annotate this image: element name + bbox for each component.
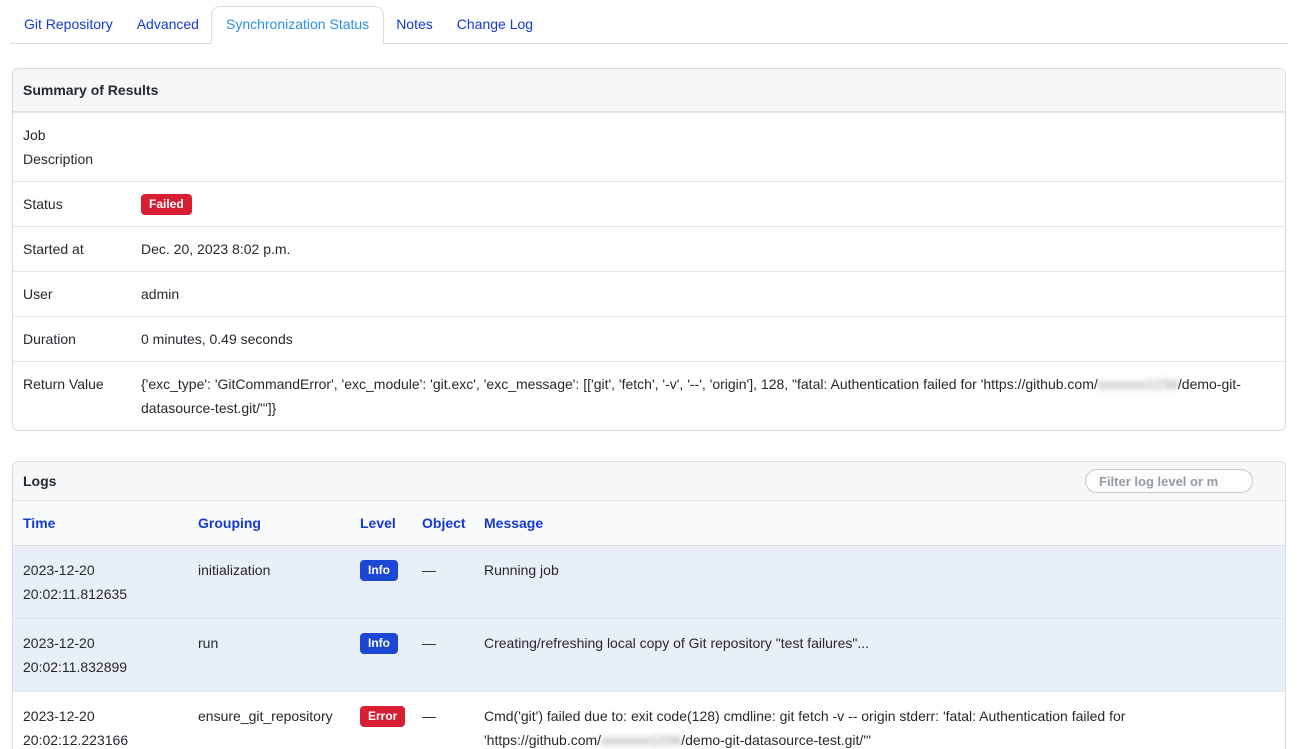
log-date: 2023-12-20 [23,631,178,655]
log-level-cell: Info [350,546,412,619]
logs-card-title: Logs [23,469,56,493]
tab-bar: Git Repository Advanced Synchronization … [10,0,1288,44]
level-badge-info: Info [360,560,398,581]
summary-row-job: Job Description [13,112,1285,181]
log-message-text-suffix: /demo-git-datasource-test.git/'" [681,732,871,748]
summary-value-return-value: {'exc_type': 'GitCommandError', 'exc_mod… [141,372,1275,420]
level-badge-error: Error [360,706,405,727]
summary-label-duration: Duration [23,327,141,351]
log-object-cell: — [412,692,474,749]
column-header-level[interactable]: Level [350,501,412,546]
table-row: 2023-12-20 20:02:11.812635 initializatio… [13,546,1285,619]
logs-card-header: Logs [13,462,1285,501]
log-message-cell: Cmd('git') failed due to: exit code(128)… [474,692,1285,749]
logs-card: Logs Time Grouping Level Object Message … [12,461,1286,749]
log-filter-input[interactable] [1085,469,1253,493]
log-grouping-cell: initialization [188,546,350,619]
summary-row-status: Status Failed [13,181,1285,226]
log-date: 2023-12-20 [23,704,178,728]
log-time-cell: 2023-12-20 20:02:12.223166 [13,692,188,749]
tab-git-repository[interactable]: Git Repository [12,7,125,43]
summary-value-status: Failed [141,192,1275,216]
log-time-cell: 2023-12-20 20:02:11.832899 [13,619,188,692]
summary-card: Summary of Results Job Description Statu… [12,68,1286,431]
column-header-grouping[interactable]: Grouping [188,501,350,546]
tab-change-log[interactable]: Change Log [445,7,545,43]
log-time-cell: 2023-12-20 20:02:11.812635 [13,546,188,619]
tab-advanced[interactable]: Advanced [125,7,211,43]
log-object-cell: — [412,619,474,692]
tab-notes[interactable]: Notes [384,7,445,43]
level-badge-info: Info [360,633,398,654]
tab-synchronization-status[interactable]: Synchronization Status [211,6,384,44]
log-time: 20:02:12.223166 [23,728,178,749]
log-level-cell: Info [350,619,412,692]
summary-row-started-at: Started at Dec. 20, 2023 8:02 p.m. [13,226,1285,271]
summary-value-duration: 0 minutes, 0.49 seconds [141,327,1275,351]
log-message-text: Creating/refreshing local copy of Git re… [484,635,869,651]
summary-row-duration: Duration 0 minutes, 0.49 seconds [13,316,1285,361]
column-header-object[interactable]: Object [412,501,474,546]
log-message-text: Running job [484,562,559,578]
log-message-cell: Creating/refreshing local copy of Git re… [474,619,1285,692]
column-header-time[interactable]: Time [13,501,188,546]
summary-label-return-value: Return Value [23,372,141,420]
status-badge-failed: Failed [141,194,192,215]
column-header-message[interactable]: Message [474,501,1285,546]
summary-label-started-at: Started at [23,237,141,261]
table-row: 2023-12-20 20:02:11.832899 run Info — Cr… [13,619,1285,692]
return-value-text: {'exc_type': 'GitCommandError', 'exc_mod… [141,376,1098,392]
log-message-cell: Running job [474,546,1285,619]
summary-label-user: User [23,282,141,306]
log-grouping-cell: ensure_git_repository [188,692,350,749]
summary-label-status: Status [23,192,141,216]
log-level-cell: Error [350,692,412,749]
summary-value-started-at: Dec. 20, 2023 8:02 p.m. [141,237,1275,261]
log-object-cell: — [412,546,474,619]
log-date: 2023-12-20 [23,558,178,582]
summary-row-return-value: Return Value {'exc_type': 'GitCommandErr… [13,361,1285,430]
summary-value-user: admin [141,282,1275,306]
log-time: 20:02:11.832899 [23,655,178,679]
summary-value-job [141,123,1275,171]
log-message-redacted: xxxxxxx1234 [601,732,681,748]
summary-card-title: Summary of Results [13,69,1285,112]
return-value-redacted-username: xxxxxxx1234 [1098,376,1178,392]
log-grouping-cell: run [188,619,350,692]
summary-label-job: Job Description [23,123,141,171]
table-row: 2023-12-20 20:02:12.223166 ensure_git_re… [13,692,1285,749]
logs-table-header-row: Time Grouping Level Object Message [13,501,1285,546]
log-time: 20:02:11.812635 [23,582,178,606]
summary-row-user: User admin [13,271,1285,316]
logs-table: Time Grouping Level Object Message 2023-… [13,501,1285,749]
